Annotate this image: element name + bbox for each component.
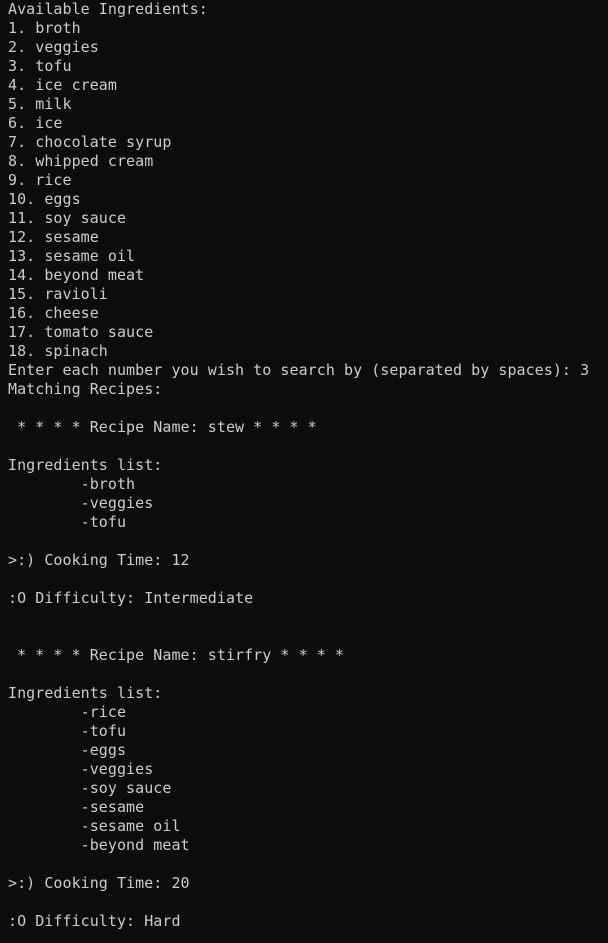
ingredient-list-item: 18. spinach [8, 342, 108, 360]
ingredient-list-item: 6. ice [8, 114, 63, 132]
recipe-ingredient: -eggs [8, 741, 127, 759]
recipe-ingredient: -broth [8, 475, 136, 493]
difficulty: :O Difficulty: Intermediate [8, 589, 254, 607]
ingredient-list-item: 3. tofu [8, 57, 72, 75]
recipe-ingredient: -sesame [8, 798, 145, 816]
ingredient-list-item: 4. ice cream [8, 76, 117, 94]
ingredient-list-item: 14. beyond meat [8, 266, 145, 284]
cooking-time: >:) Cooking Time: 12 [8, 551, 190, 569]
recipe-ingredient: -tofu [8, 513, 127, 531]
terminal-line: Available Ingredients: [8, 0, 208, 18]
recipe-ingredient: -rice [8, 703, 127, 721]
ingredient-list-item: 15. ravioli [8, 285, 108, 303]
terminal-output: Available Ingredients: 1. broth 2. veggi… [0, 0, 608, 943]
recipe-ingredient: -tofu [8, 722, 127, 740]
ingredient-list-item: 1. broth [8, 19, 81, 37]
ingredients-list-heading: Ingredients list: [8, 456, 163, 474]
ingredient-list-item: 9. rice [8, 171, 72, 189]
recipe-name: * * * * Recipe Name: stew * * * * [8, 418, 317, 436]
recipe-ingredient: -soy sauce [8, 779, 172, 797]
ingredient-list-item: 2. veggies [8, 38, 99, 56]
input-prompt[interactable]: Enter each number you wish to search by … [8, 361, 608, 380]
cooking-time: >:) Cooking Time: 20 [8, 874, 190, 892]
difficulty: :O Difficulty: Hard [8, 912, 181, 930]
recipe-ingredient: -sesame oil [8, 817, 181, 835]
recipe-ingredient: -beyond meat [8, 836, 190, 854]
recipe-ingredient: -veggies [8, 494, 154, 512]
ingredient-list-item: 13. sesame oil [8, 247, 136, 265]
recipe-ingredient: -veggies [8, 760, 154, 778]
ingredient-list-item: 17. tomato sauce [8, 323, 154, 341]
ingredient-list-item: 7. chocolate syrup [8, 133, 172, 151]
ingredient-list-item: 12. sesame [8, 228, 99, 246]
ingredient-list-item: 5. milk [8, 95, 72, 113]
ingredient-list-item: 16. cheese [8, 304, 99, 322]
ingredients-list-heading: Ingredients list: [8, 684, 163, 702]
results-heading: Matching Recipes: [8, 380, 163, 398]
ingredient-list-item: 8. whipped cream [8, 152, 154, 170]
ingredient-list-item: 11. soy sauce [8, 209, 127, 227]
ingredient-list-item: 10. eggs [8, 190, 81, 208]
recipe-name: * * * * Recipe Name: stirfry * * * * [8, 646, 344, 664]
